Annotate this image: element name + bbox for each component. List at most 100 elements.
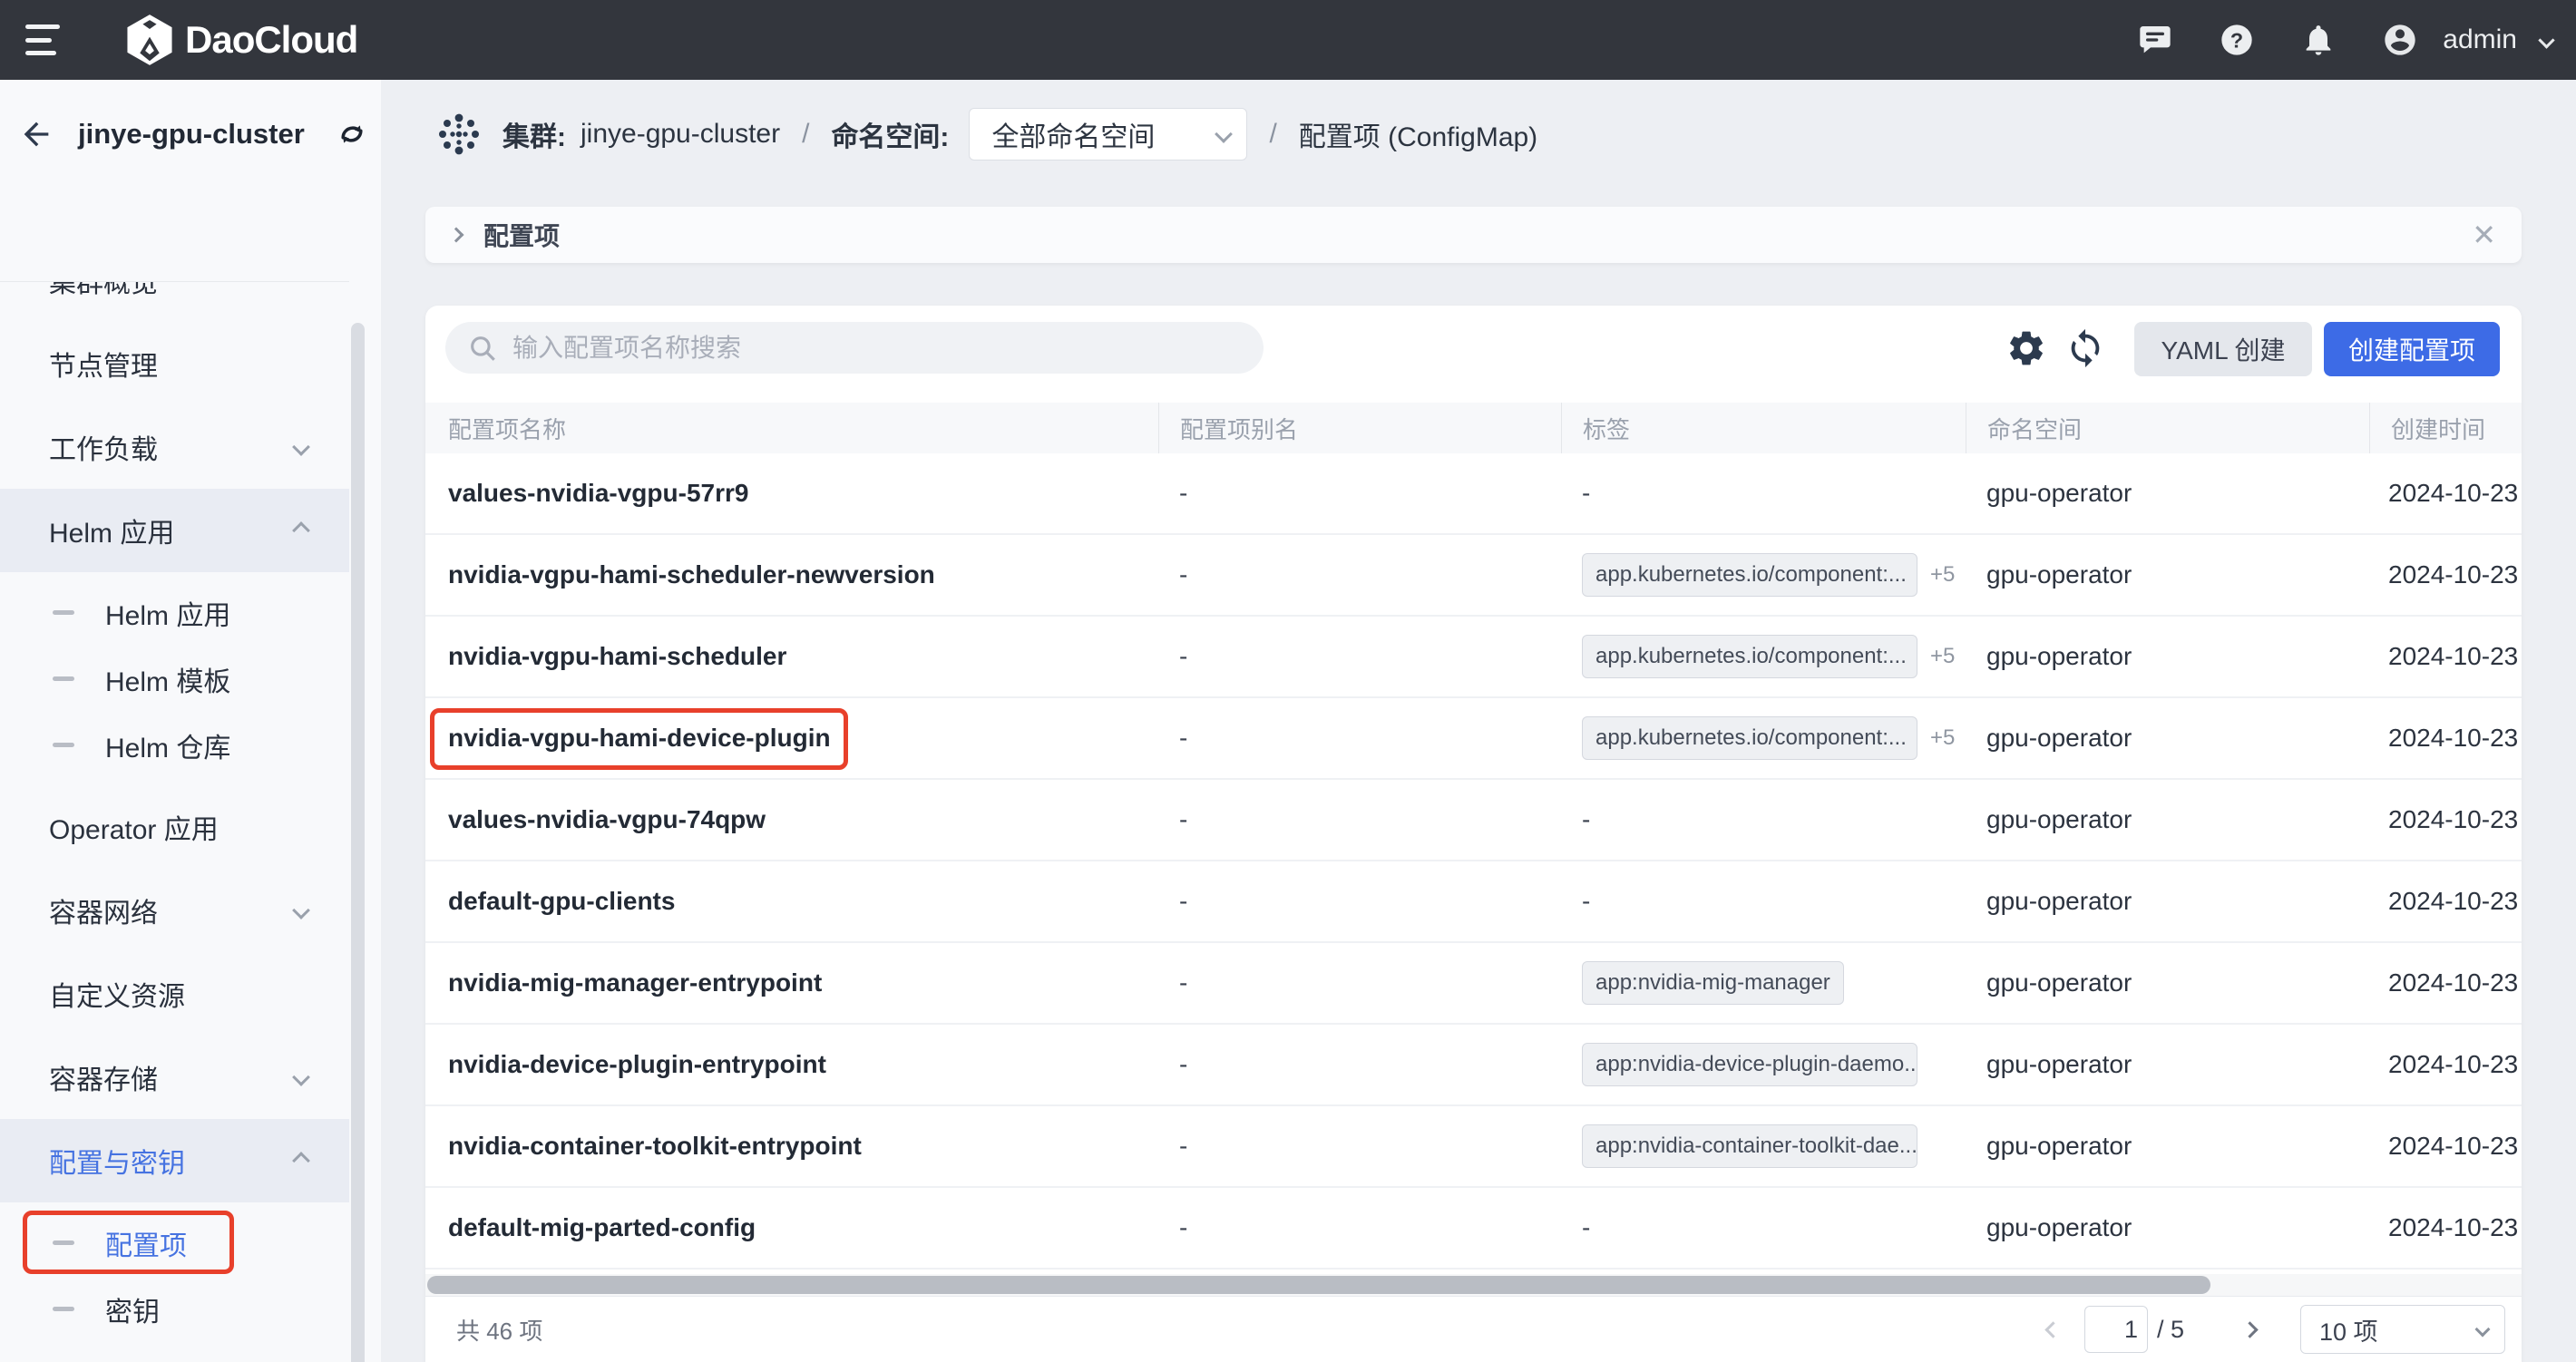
sidebar-item-workloads[interactable]: 工作负载 [0,405,349,489]
refresh-icon[interactable] [2064,327,2106,369]
dash-icon [53,743,74,747]
page-size-value: 10 项 [2319,1312,2378,1347]
table-row[interactable]: nvidia-mig-manager-entrypoint-app:nvidia… [425,943,2522,1025]
daocloud-logo-icon [125,14,174,66]
sidebar-item-secrets[interactable]: 密钥 [0,1276,349,1342]
create-configmap-button[interactable]: 创建配置项 [2324,322,2500,376]
configmap-name[interactable]: nvidia-vgpu-hami-device-plugin [448,724,831,752]
prev-page-button[interactable] [2044,1320,2063,1338]
table-row[interactable]: nvidia-vgpu-hami-scheduler-app.kubernete… [425,617,2522,698]
close-icon[interactable]: ✕ [2472,220,2496,249]
total-count: 共 46 项 [456,1313,542,1347]
table-row[interactable]: nvidia-vgpu-hami-device-plugin-app.kuber… [425,698,2522,780]
sidebar-item-label: Helm 应用 [49,511,174,550]
breadcrumb: 集群: jinye-gpu-cluster / 命名空间: 全部命名空间 / 配… [381,80,2576,189]
page-size-select[interactable]: 10 项 [2300,1305,2505,1354]
user-menu[interactable]: admin [2381,21,2552,59]
table-row[interactable]: default-mig-parted-config--gpu-operator2… [425,1188,2522,1270]
switch-cluster-icon[interactable] [336,118,368,151]
search-input[interactable] [512,334,1254,363]
sidebar-item-container-network[interactable]: 容器网络 [0,869,349,952]
sidebar-item-custom-resources[interactable]: 自定义资源 [0,952,349,1036]
sidebar-cluster-name: jinye-gpu-cluster [78,118,305,151]
namespace-select[interactable]: 全部命名空间 [969,108,1247,161]
sidebar-item-label: 容器网络 [49,890,158,930]
configmap-name[interactable]: values-nvidia-vgpu-74qpw [448,805,766,833]
alias-value: - [1179,479,1187,507]
configmap-collapse-panel[interactable]: 配置项 ✕ [425,207,2522,263]
help-icon[interactable]: ? [2218,21,2256,59]
sidebar-scrollbar[interactable] [351,323,365,1362]
breadcrumb-cluster-value[interactable]: jinye-gpu-cluster [581,119,780,150]
settings-gear-icon[interactable] [2005,327,2047,369]
breadcrumb-separator: / [1269,119,1276,150]
search-box [445,322,1264,374]
next-page-button[interactable] [2240,1320,2259,1338]
table-row[interactable]: nvidia-vgpu-hami-scheduler-newversion-ap… [425,535,2522,617]
configmap-name[interactable]: nvidia-mig-manager-entrypoint [448,968,822,997]
chevron-down-icon [2475,1322,2491,1338]
sidebar-item-label: 自定义资源 [49,974,185,1014]
sidebar-item-label: 配置项 [105,1223,187,1263]
created-time: 2024-10-23 [2388,1050,2518,1078]
dash-icon [53,610,74,615]
sidebar-item-operator-apps[interactable]: Operator 应用 [0,785,349,869]
created-time: 2024-10-23 [2388,887,2518,915]
table-row[interactable]: default-gpu-clients--gpu-operator2024-10… [425,861,2522,943]
sidebar-item-label: Operator 应用 [49,807,219,847]
horizontal-scrollbar[interactable] [427,1276,2210,1294]
alias-value: - [1179,1132,1187,1160]
sidebar-item-helm-repos[interactable]: Helm 仓库 [0,712,349,778]
sidebar-item-cluster-overview[interactable]: 集群概览 [0,281,349,322]
configmap-name[interactable]: nvidia-vgpu-hami-scheduler [448,642,786,670]
chat-icon[interactable] [2136,21,2174,59]
label-empty: - [1582,805,1590,833]
alias-value: - [1179,1213,1187,1241]
column-header-alias: 配置项别名 [1158,403,1561,453]
sidebar-item-namespaces[interactable]: 命名空间 [0,1349,349,1362]
created-time: 2024-10-23 [2388,479,2518,507]
sidebar-item-label: 节点管理 [49,344,158,384]
sidebar-item-label: 工作负载 [49,427,158,467]
namespace-value: gpu-operator [1986,1050,2132,1078]
sidebar-item-label: 容器存储 [49,1057,158,1097]
sidebar: jinye-gpu-cluster 集群概览节点管理工作负载 Helm 应用 Hel… [0,80,381,1362]
table-row[interactable]: nvidia-container-toolkit-entrypoint-app:… [425,1106,2522,1188]
chevron-down-icon [292,438,310,456]
back-arrow-icon[interactable] [18,116,54,152]
namespace-value: gpu-operator [1986,887,2132,915]
configmap-name[interactable]: nvidia-container-toolkit-entrypoint [448,1132,862,1160]
page-number-input[interactable] [2084,1306,2148,1353]
table-footer: 共 46 项 / 5 10 项 [425,1296,2522,1362]
menu-icon[interactable] [25,24,62,55]
configmap-name[interactable]: nvidia-device-plugin-entrypoint [448,1050,826,1078]
table-row[interactable]: values-nvidia-vgpu-74qpw--gpu-operator20… [425,780,2522,861]
sidebar-item-helm-templates[interactable]: Helm 模板 [0,646,349,712]
table-row[interactable]: values-nvidia-vgpu-57rr9--gpu-operator20… [425,453,2522,535]
alias-value: - [1179,805,1187,833]
yaml-create-button[interactable]: YAML 创建 [2134,322,2312,376]
sidebar-item-helm-apps[interactable]: Helm 应用 [0,579,349,646]
namespace-select-value: 全部命名空间 [991,114,1155,154]
main-area: 集群: jinye-gpu-cluster / 命名空间: 全部命名空间 / 配… [381,80,2576,1362]
sidebar-item-node-management[interactable]: 节点管理 [0,322,349,405]
bell-icon[interactable] [2299,21,2337,59]
sidebar-item-helm-apps-group[interactable]: Helm 应用 [0,489,349,572]
daocloud-logo[interactable]: DaoCloud [125,14,357,66]
namespace-value: gpu-operator [1986,1213,2132,1241]
configmap-name[interactable]: values-nvidia-vgpu-57rr9 [448,479,748,507]
namespace-value: gpu-operator [1986,479,2132,507]
logo-text: DaoCloud [185,18,357,62]
sidebar-item-label: Helm 模板 [105,659,230,699]
configmap-name[interactable]: nvidia-vgpu-hami-scheduler-newversion [448,560,935,589]
configmap-name[interactable]: default-gpu-clients [448,887,675,915]
breadcrumb-page-label: 配置项 (ConfigMap) [1299,114,1537,154]
table-row[interactable]: nvidia-device-plugin-entrypoint-app:nvid… [425,1025,2522,1106]
configmap-name[interactable]: default-mig-parted-config [448,1213,756,1241]
sidebar-item-config-and-secrets[interactable]: 配置与密钥 [0,1119,349,1202]
label-chip: app.kubernetes.io/component:... [1582,716,1917,760]
label-chip: app.kubernetes.io/component:... [1582,553,1917,597]
sidebar-item-container-storage[interactable]: 容器存储 [0,1036,349,1119]
created-time: 2024-10-23 [2388,805,2518,833]
sidebar-item-configmaps[interactable]: 配置项 [0,1210,349,1276]
